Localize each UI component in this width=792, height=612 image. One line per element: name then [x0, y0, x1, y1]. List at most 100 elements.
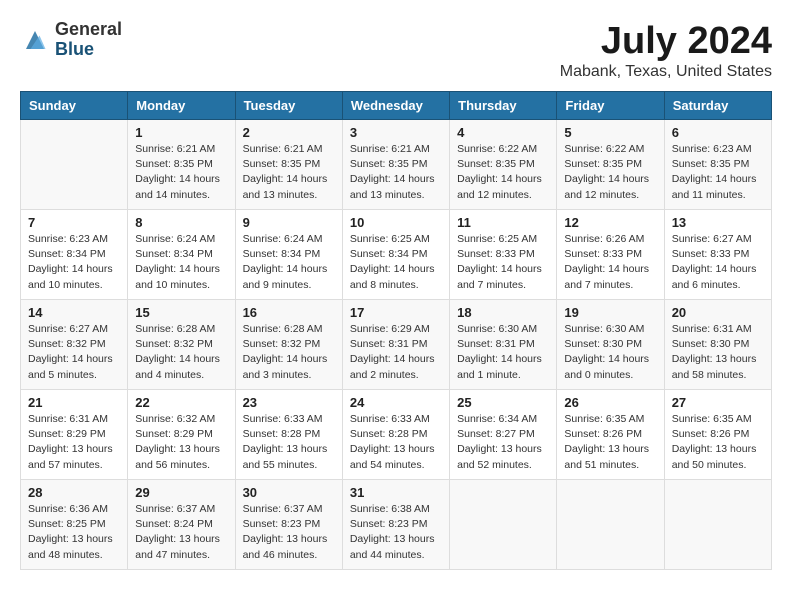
- day-info: Sunrise: 6:29 AM Sunset: 8:31 PM Dayligh…: [350, 322, 442, 383]
- weekday-header: Tuesday: [235, 92, 342, 120]
- calendar-cell: 19Sunrise: 6:30 AM Sunset: 8:30 PM Dayli…: [557, 300, 664, 390]
- calendar-cell: 13Sunrise: 6:27 AM Sunset: 8:33 PM Dayli…: [664, 210, 771, 300]
- day-info: Sunrise: 6:27 AM Sunset: 8:32 PM Dayligh…: [28, 322, 120, 383]
- calendar-cell: [21, 120, 128, 210]
- day-info: Sunrise: 6:30 AM Sunset: 8:30 PM Dayligh…: [564, 322, 656, 383]
- day-info: Sunrise: 6:37 AM Sunset: 8:24 PM Dayligh…: [135, 502, 227, 563]
- day-number: 2: [243, 125, 335, 140]
- day-number: 31: [350, 485, 442, 500]
- day-number: 9: [243, 215, 335, 230]
- day-number: 22: [135, 395, 227, 410]
- day-info: Sunrise: 6:22 AM Sunset: 8:35 PM Dayligh…: [564, 142, 656, 203]
- calendar-cell: [450, 480, 557, 570]
- day-number: 23: [243, 395, 335, 410]
- day-number: 30: [243, 485, 335, 500]
- day-info: Sunrise: 6:22 AM Sunset: 8:35 PM Dayligh…: [457, 142, 549, 203]
- day-info: Sunrise: 6:30 AM Sunset: 8:31 PM Dayligh…: [457, 322, 549, 383]
- day-info: Sunrise: 6:35 AM Sunset: 8:26 PM Dayligh…: [564, 412, 656, 473]
- calendar-week-row: 14 Sunrise: 6:27 AM Sunset: 8:32 PM Dayli…: [21, 300, 772, 390]
- calendar-cell: 6 Sunrise: 6:23 AM Sunset: 8:35 PM Daylig…: [664, 120, 771, 210]
- day-info: Sunrise: 6:36 AM Sunset: 8:25 PM Dayligh…: [28, 502, 120, 563]
- day-number: 25: [457, 395, 549, 410]
- calendar-cell: 8Sunrise: 6:24 AM Sunset: 8:34 PM Daylig…: [128, 210, 235, 300]
- day-number: 16: [243, 305, 335, 320]
- day-number: 3: [350, 125, 442, 140]
- weekday-header: Sunday: [21, 92, 128, 120]
- logo-icon: [20, 25, 50, 55]
- calendar-cell: 29Sunrise: 6:37 AM Sunset: 8:24 PM Dayli…: [128, 480, 235, 570]
- calendar-cell: 9 Sunrise: 6:24 AM Sunset: 8:34 PM Daylig…: [235, 210, 342, 300]
- calendar-cell: 14 Sunrise: 6:27 AM Sunset: 8:32 PM Dayli…: [21, 300, 128, 390]
- calendar-cell: 4 Sunrise: 6:22 AM Sunset: 8:35 PM Daylig…: [450, 120, 557, 210]
- day-info: Sunrise: 6:31 AM Sunset: 8:30 PM Dayligh…: [672, 322, 764, 383]
- title-block: July 2024 Mabank, Texas, United States: [560, 20, 772, 81]
- calendar-week-row: 28 Sunrise: 6:36 AM Sunset: 8:25 PM Dayli…: [21, 480, 772, 570]
- day-number: 20: [672, 305, 764, 320]
- day-number: 18: [457, 305, 549, 320]
- day-info: Sunrise: 6:21 AM Sunset: 8:35 PM Dayligh…: [135, 142, 227, 203]
- calendar-cell: [557, 480, 664, 570]
- calendar-week-row: 21Sunrise: 6:31 AM Sunset: 8:29 PM Dayli…: [21, 390, 772, 480]
- calendar-week-row: 1 Sunrise: 6:21 AM Sunset: 8:35 PM Daylig…: [21, 120, 772, 210]
- day-info: Sunrise: 6:25 AM Sunset: 8:34 PM Dayligh…: [350, 232, 442, 293]
- month-year-title: July 2024: [560, 20, 772, 63]
- day-number: 1: [135, 125, 227, 140]
- calendar-cell: 1 Sunrise: 6:21 AM Sunset: 8:35 PM Daylig…: [128, 120, 235, 210]
- day-info: Sunrise: 6:23 AM Sunset: 8:34 PM Dayligh…: [28, 232, 120, 293]
- calendar-cell: 31 Sunrise: 6:38 AM Sunset: 8:23 PM Dayli…: [342, 480, 449, 570]
- day-info: Sunrise: 6:24 AM Sunset: 8:34 PM Dayligh…: [243, 232, 335, 293]
- day-number: 14: [28, 305, 120, 320]
- weekday-header: Friday: [557, 92, 664, 120]
- day-info: Sunrise: 6:28 AM Sunset: 8:32 PM Dayligh…: [243, 322, 335, 383]
- day-info: Sunrise: 6:21 AM Sunset: 8:35 PM Dayligh…: [350, 142, 442, 203]
- weekday-header: Thursday: [450, 92, 557, 120]
- calendar-cell: 21Sunrise: 6:31 AM Sunset: 8:29 PM Dayli…: [21, 390, 128, 480]
- logo: General Blue: [20, 20, 122, 60]
- day-info: Sunrise: 6:35 AM Sunset: 8:26 PM Dayligh…: [672, 412, 764, 473]
- day-number: 27: [672, 395, 764, 410]
- day-number: 7: [28, 215, 120, 230]
- day-info: Sunrise: 6:24 AM Sunset: 8:34 PM Dayligh…: [135, 232, 227, 293]
- day-info: Sunrise: 6:38 AM Sunset: 8:23 PM Dayligh…: [350, 502, 442, 563]
- day-number: 17: [350, 305, 442, 320]
- calendar-cell: 18 Sunrise: 6:30 AM Sunset: 8:31 PM Dayli…: [450, 300, 557, 390]
- weekday-header: Wednesday: [342, 92, 449, 120]
- calendar-cell: [664, 480, 771, 570]
- calendar-cell: 7 Sunrise: 6:23 AM Sunset: 8:34 PM Daylig…: [21, 210, 128, 300]
- day-number: 13: [672, 215, 764, 230]
- day-info: Sunrise: 6:33 AM Sunset: 8:28 PM Dayligh…: [243, 412, 335, 473]
- day-number: 24: [350, 395, 442, 410]
- day-number: 5: [564, 125, 656, 140]
- calendar-cell: 5 Sunrise: 6:22 AM Sunset: 8:35 PM Daylig…: [557, 120, 664, 210]
- day-number: 4: [457, 125, 549, 140]
- calendar-cell: 17 Sunrise: 6:29 AM Sunset: 8:31 PM Dayli…: [342, 300, 449, 390]
- calendar-cell: 11 Sunrise: 6:25 AM Sunset: 8:33 PM Dayli…: [450, 210, 557, 300]
- calendar-cell: 26 Sunrise: 6:35 AM Sunset: 8:26 PM Dayli…: [557, 390, 664, 480]
- calendar-cell: 27 Sunrise: 6:35 AM Sunset: 8:26 PM Dayli…: [664, 390, 771, 480]
- weekday-header: Monday: [128, 92, 235, 120]
- day-number: 6: [672, 125, 764, 140]
- day-info: Sunrise: 6:25 AM Sunset: 8:33 PM Dayligh…: [457, 232, 549, 293]
- calendar-cell: 25 Sunrise: 6:34 AM Sunset: 8:27 PM Dayli…: [450, 390, 557, 480]
- day-number: 26: [564, 395, 656, 410]
- day-number: 11: [457, 215, 549, 230]
- day-number: 28: [28, 485, 120, 500]
- calendar-cell: 22Sunrise: 6:32 AM Sunset: 8:29 PM Dayli…: [128, 390, 235, 480]
- day-info: Sunrise: 6:26 AM Sunset: 8:33 PM Dayligh…: [564, 232, 656, 293]
- calendar-cell: 28 Sunrise: 6:36 AM Sunset: 8:25 PM Dayli…: [21, 480, 128, 570]
- calendar-cell: 2Sunrise: 6:21 AM Sunset: 8:35 PM Daylig…: [235, 120, 342, 210]
- day-info: Sunrise: 6:37 AM Sunset: 8:23 PM Dayligh…: [243, 502, 335, 563]
- calendar-cell: 16 Sunrise: 6:28 AM Sunset: 8:32 PM Dayli…: [235, 300, 342, 390]
- calendar-header-row: SundayMondayTuesdayWednesdayThursdayFrid…: [21, 92, 772, 120]
- calendar-cell: 30 Sunrise: 6:37 AM Sunset: 8:23 PM Dayli…: [235, 480, 342, 570]
- calendar-cell: 23 Sunrise: 6:33 AM Sunset: 8:28 PM Dayli…: [235, 390, 342, 480]
- day-number: 21: [28, 395, 120, 410]
- calendar-cell: 20 Sunrise: 6:31 AM Sunset: 8:30 PM Dayli…: [664, 300, 771, 390]
- calendar-cell: 15Sunrise: 6:28 AM Sunset: 8:32 PM Dayli…: [128, 300, 235, 390]
- day-info: Sunrise: 6:23 AM Sunset: 8:35 PM Dayligh…: [672, 142, 764, 203]
- logo-general: General: [55, 20, 122, 40]
- day-number: 12: [564, 215, 656, 230]
- calendar-cell: 3 Sunrise: 6:21 AM Sunset: 8:35 PM Daylig…: [342, 120, 449, 210]
- calendar-week-row: 7 Sunrise: 6:23 AM Sunset: 8:34 PM Daylig…: [21, 210, 772, 300]
- day-info: Sunrise: 6:34 AM Sunset: 8:27 PM Dayligh…: [457, 412, 549, 473]
